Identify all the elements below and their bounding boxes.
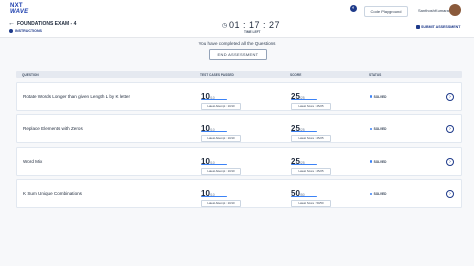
status-badge: SOLVED [370,192,386,196]
table-row[interactable]: Replace Elements with Zeros 10/10 Latest… [16,114,462,143]
latest-score: Latest Score : 25/25 [291,167,331,175]
status-dot-icon [370,95,373,98]
status-badge: SOLVED [370,127,386,131]
test-cases-progress [201,98,227,100]
time-left-label: TIME LEFT [244,30,261,34]
score-cell: 25/25 Latest Score : 25/25 [291,118,331,142]
instructions-link[interactable]: INSTRUCTIONS [15,29,42,33]
status-dot-icon [370,160,373,163]
table-header: QUESTION TEST CASES PASSED SCORE STATUS [16,71,462,78]
status-dot-icon [370,192,373,196]
submit-icon[interactable] [416,25,420,29]
status-badge: SOLVED [370,160,386,164]
score-cell: 25/25 Latest Score : 25/25 [291,151,331,175]
question-name: Replace Elements with Zeros [23,126,83,131]
back-arrow-icon[interactable]: ← [8,20,15,27]
table-row[interactable]: K Sum Unique Combinations 10/10 Latest A… [16,179,462,208]
latest-score: Latest Score : 25/25 [291,102,331,110]
latest-attempt: Latest Attempt : 10/10 [201,135,241,142]
test-cases-progress [201,196,227,198]
latest-attempt: Latest Attempt : 10/10 [201,167,241,175]
top-bar: NXT WAVE ◐ Code Playground SanthoshKumar… [0,0,474,21]
test-cases-cell: 10/10 Latest Attempt : 10/10 [201,86,241,110]
latest-score: Latest Score : 25/25 [291,135,331,142]
score-cell: 25/25 Latest Score : 25/25 [291,86,331,110]
test-cases-progress [201,131,227,133]
latest-score: Latest Score : 50/50 [291,200,331,207]
status-text: SOLVED [373,192,387,196]
header-question: QUESTION [22,72,39,77]
question-name: Rotate Words Longer than given Length L … [23,93,130,99]
clock-icon: ◷ [222,23,228,29]
question-name: K Sum Unique Combinations [23,191,82,196]
submit-assessment-button[interactable]: SUBMIT ASSESSMENT [421,25,460,29]
question-name: Word Mix [23,158,43,164]
open-question-arrow-icon[interactable]: › [446,190,454,198]
status-text: SOLVED [373,127,387,131]
table-row[interactable]: Word Mix 10/10 Latest Attempt : 10/10 25… [16,146,462,176]
open-question-arrow-icon[interactable]: › [446,92,454,101]
code-playground-button[interactable]: Code Playground [364,6,408,17]
table-row[interactable]: Rotate Words Longer than given Length L … [16,81,462,111]
instructions-icon[interactable] [9,29,13,33]
status-badge: SOLVED [370,95,386,99]
status-text: SOLVED [373,159,387,164]
nxtwave-logo[interactable]: NXT WAVE [10,3,28,15]
score-progress [291,98,317,100]
test-cases-progress [201,163,227,165]
latest-attempt: Latest Attempt : 10/10 [201,102,241,110]
exam-title: FOUNDATIONS EXAM - 4 [17,21,77,27]
open-question-arrow-icon[interactable]: › [446,125,454,133]
header-score: SCORE [290,72,302,77]
end-assessment-button[interactable]: END ASSESSMENT [209,49,267,60]
score-progress [291,131,317,133]
completed-message: You have completed all the Questions [198,41,276,46]
header-status: STATUS [369,72,382,77]
latest-attempt: Latest Attempt : 10/10 [201,200,241,207]
timer: 01 : 17 : 27 [229,20,281,30]
status-dot-icon [370,127,373,131]
test-cases-cell: 10/10 Latest Attempt : 10/10 [201,151,241,175]
header-test-cases: TEST CASES PASSED [200,72,234,77]
logo-line-2: WAVE [10,9,29,15]
test-cases-cell: 10/10 Latest Attempt : 10/10 [201,183,241,207]
test-cases-cell: 10/10 Latest Attempt : 10/10 [201,118,241,142]
notification-icon[interactable]: ◐ [350,5,357,12]
score-progress [291,163,317,165]
avatar[interactable] [449,4,461,16]
status-text: SOLVED [373,94,387,99]
exam-header: ← FOUNDATIONS EXAM - 4 INSTRUCTIONS ◷ 01… [0,20,474,38]
score-cell: 50/50 Latest Score : 50/50 [291,183,331,207]
open-question-arrow-icon[interactable]: › [446,157,454,166]
results-table: QUESTION TEST CASES PASSED SCORE STATUS … [16,71,462,208]
score-progress [291,196,317,198]
